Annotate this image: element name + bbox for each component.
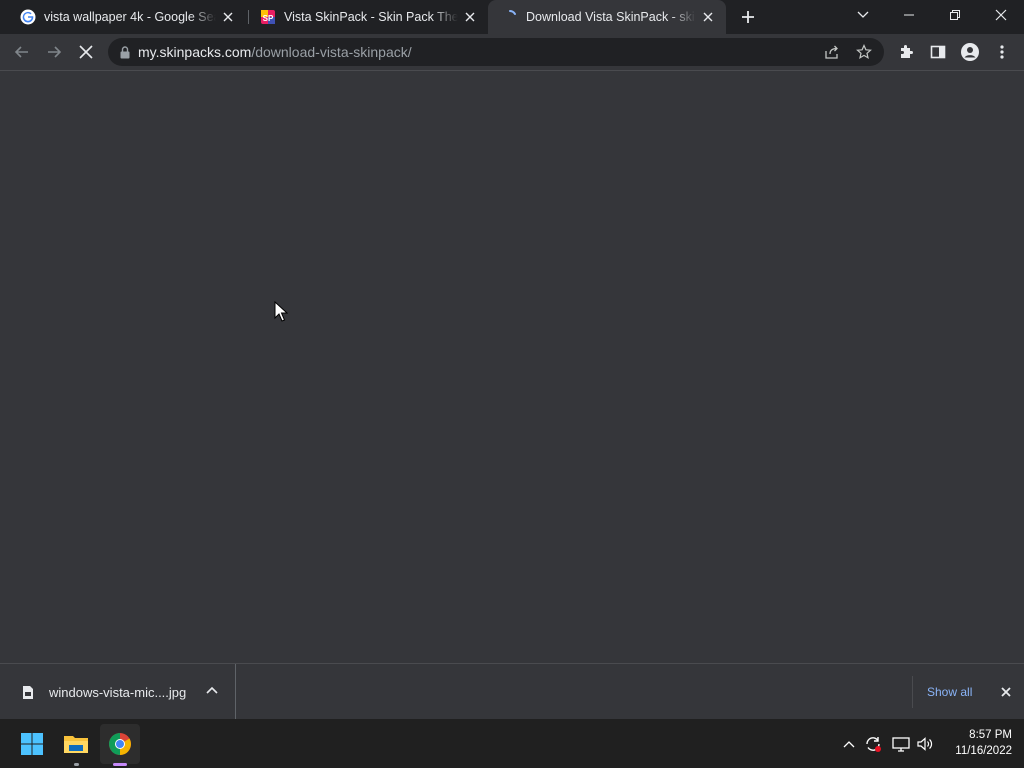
active-app-indicator [113, 763, 127, 766]
url-domain: my.skinpacks.com [138, 44, 252, 60]
restore-button[interactable] [932, 0, 978, 30]
clock-time: 8:57 PM [969, 729, 1012, 741]
close-window-button[interactable] [978, 0, 1024, 30]
show-hidden-icons-button[interactable] [840, 719, 858, 768]
minimize-button[interactable] [886, 0, 932, 30]
bookmark-star-icon[interactable] [856, 44, 872, 60]
close-downloads-bar-button[interactable] [994, 680, 1018, 704]
tab-vista-skinpack[interactable]: SP Vista SkinPack - Skin Pack Theme [252, 0, 484, 34]
tab-close-icon[interactable] [220, 9, 236, 25]
url-text[interactable]: my.skinpacks.com/download-vista-skinpack… [138, 44, 412, 60]
side-panel-button[interactable] [924, 38, 952, 66]
google-icon [20, 9, 36, 25]
forward-button[interactable] [40, 38, 68, 66]
share-icon[interactable] [824, 44, 840, 60]
start-button[interactable] [12, 724, 52, 764]
tab-search-button[interactable] [840, 0, 886, 30]
clock-date: 11/16/2022 [955, 745, 1012, 757]
network-icon[interactable] [890, 719, 912, 768]
menu-button[interactable] [988, 38, 1016, 66]
download-item[interactable]: windows-vista-mic....jpg [0, 664, 236, 720]
loading-spinner-icon [502, 9, 518, 25]
windows-taskbar: 8:57 PM 11/16/2022 [0, 719, 1024, 768]
tab-title: Download Vista SkinPack - skinpacks [526, 10, 696, 24]
volume-icon[interactable] [914, 719, 936, 768]
tab-title: Vista SkinPack - Skin Pack Theme [284, 10, 458, 24]
file-explorer-icon[interactable] [56, 724, 96, 766]
new-tab-button[interactable] [734, 3, 762, 31]
show-all-downloads-button[interactable]: Show all [912, 676, 986, 708]
svg-text:SP: SP [263, 14, 274, 23]
file-icon [22, 685, 34, 700]
tab-title: vista wallpaper 4k - Google Search [44, 10, 216, 24]
sync-status-icon[interactable] [862, 719, 884, 768]
download-file-name: windows-vista-mic....jpg [49, 684, 187, 700]
skinpack-icon: SP [260, 9, 276, 25]
tab-download-vista-skinpack[interactable]: Download Vista SkinPack - skinpacks [488, 0, 726, 34]
system-clock[interactable]: 8:57 PM 11/16/2022 [940, 727, 1012, 759]
mouse-cursor-icon [274, 300, 289, 323]
tab-strip: vista wallpaper 4k - Google Search SP Vi… [0, 0, 1024, 34]
tab-separator [248, 10, 249, 24]
running-indicator [74, 763, 79, 766]
lock-icon[interactable] [120, 45, 130, 59]
stop-loading-button[interactable] [72, 38, 100, 66]
page-content[interactable] [0, 71, 1024, 663]
downloads-bar: windows-vista-mic....jpg Show all [0, 663, 1024, 720]
extensions-button[interactable] [892, 38, 920, 66]
chrome-taskbar-icon[interactable] [100, 724, 140, 766]
tab-close-icon[interactable] [462, 9, 478, 25]
browser-toolbar: my.skinpacks.com/download-vista-skinpack… [0, 34, 1024, 71]
url-path: /download-vista-skinpack/ [251, 44, 412, 60]
tab-close-icon[interactable] [700, 9, 716, 25]
tab-google-search[interactable]: vista wallpaper 4k - Google Search [12, 0, 242, 34]
back-button[interactable] [8, 38, 36, 66]
address-bar[interactable]: my.skinpacks.com/download-vista-skinpack… [108, 38, 884, 66]
profile-button[interactable] [956, 38, 984, 66]
chevron-up-icon[interactable] [206, 686, 218, 694]
